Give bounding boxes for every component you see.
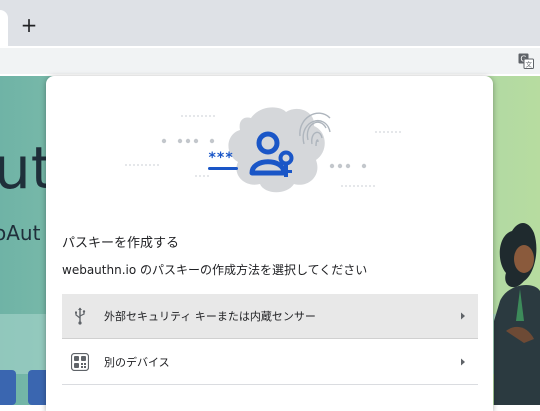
option-other-device[interactable]: 別のデバイス (62, 340, 478, 385)
option-label: 別のデバイス (104, 356, 170, 369)
passkey-illustration: *** (125, 107, 401, 193)
person-illustration (494, 223, 540, 405)
chevron-right-icon (461, 312, 465, 320)
passkey-dialog: *** パスキーを作成する webauthn.io のパスキーの作成方法を選択し… (46, 76, 493, 411)
qr-code-icon (70, 352, 90, 372)
chevron-right-icon (461, 358, 465, 366)
dialog-description: webauthn.io のパスキーの作成方法を選択してください (62, 263, 368, 277)
translate-icon[interactable]: G 文 (518, 53, 534, 69)
active-tab-edge[interactable] (0, 10, 8, 46)
toolbar (0, 46, 540, 76)
new-tab-button[interactable]: + (18, 14, 40, 36)
svg-text:文: 文 (526, 60, 533, 69)
option-label: 外部セキュリティ キーまたは内蔵センサー (104, 310, 316, 323)
usb-icon (70, 306, 90, 326)
svg-text:***: *** (208, 150, 233, 166)
dialog-title: パスキーを作成する (62, 236, 180, 251)
page-button[interactable] (0, 370, 16, 405)
address-bar[interactable] (0, 48, 540, 74)
option-security-key[interactable]: 外部セキュリティ キーまたは内蔵センサー (62, 294, 478, 339)
tab-strip: + (0, 0, 540, 46)
page-subheading: oAut (0, 221, 41, 245)
